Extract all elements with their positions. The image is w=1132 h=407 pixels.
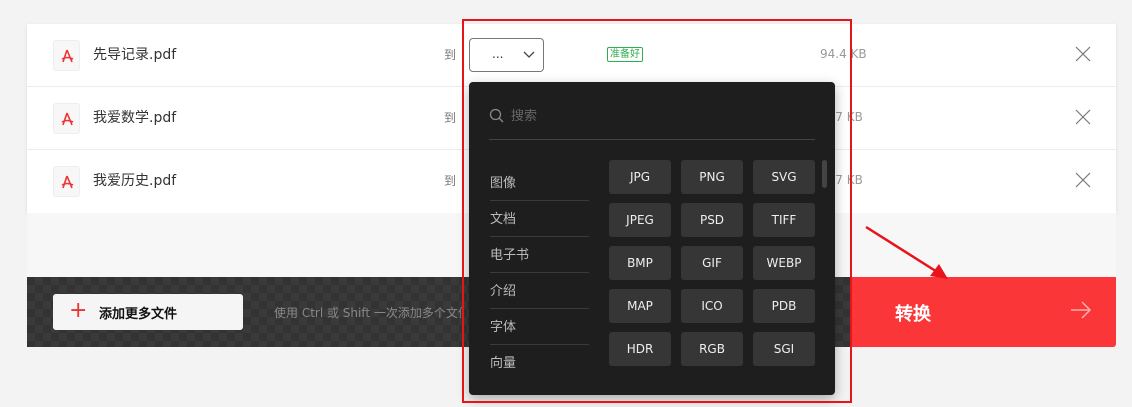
pdf-icon [53, 103, 80, 134]
close-icon[interactable] [1075, 109, 1091, 125]
format-option[interactable]: GIF [681, 246, 743, 280]
plus-icon: + [69, 298, 88, 323]
format-option[interactable]: PDB [753, 289, 815, 323]
format-option[interactable]: MAP [609, 289, 671, 323]
to-label: 到 [444, 174, 457, 188]
convert-button[interactable]: 转换 [850, 277, 1116, 347]
add-more-files-label: 添加更多文件 [99, 307, 178, 322]
file-name: 我爱数学.pdf [93, 110, 177, 126]
file-size: 94.4 KB [820, 47, 867, 61]
format-option[interactable]: JPEG [609, 203, 671, 237]
category-item[interactable]: 文档 [490, 201, 589, 237]
format-option[interactable]: SGI [753, 332, 815, 366]
chevron-down-icon [523, 51, 535, 58]
file-row: 先导记录.pdf 到 ... 准备好 94.4 KB [27, 24, 1116, 87]
format-option[interactable]: SVG [753, 160, 815, 194]
scrollbar[interactable] [822, 160, 827, 188]
format-option[interactable]: PNG [681, 160, 743, 194]
format-select[interactable]: ... [469, 38, 544, 72]
close-icon[interactable] [1075, 172, 1091, 188]
add-more-files-button[interactable]: + 添加更多文件 [53, 294, 243, 330]
close-icon[interactable] [1075, 46, 1091, 62]
category-item[interactable]: 向量 [490, 345, 589, 381]
format-option[interactable]: PSD [681, 203, 743, 237]
format-search [489, 104, 815, 140]
format-option[interactable]: HDR [609, 332, 671, 366]
search-icon [489, 108, 504, 123]
format-option[interactable]: BMP [609, 246, 671, 280]
format-option[interactable]: RGB [681, 332, 743, 366]
format-option[interactable]: TIFF [753, 203, 815, 237]
hint-text: 使用 Ctrl 或 Shift 一次添加多个文件 [274, 306, 464, 320]
file-name: 先导记录.pdf [93, 47, 177, 63]
pdf-icon [53, 166, 80, 197]
category-item[interactable]: 图像 [490, 165, 589, 201]
format-dropdown: 图像文档电子书介绍字体向量 JPG PNG SVG JPEG PSD TIFF BMP GIF… [469, 82, 835, 395]
category-item[interactable]: 电子书 [490, 237, 589, 273]
category-item[interactable]: 介绍 [490, 273, 589, 309]
file-name: 我爱历史.pdf [93, 173, 177, 189]
search-input[interactable] [511, 104, 801, 126]
category-item[interactable]: 字体 [490, 309, 589, 345]
convert-label: 转换 [895, 304, 931, 325]
format-option[interactable]: JPG [609, 160, 671, 194]
to-label: 到 [444, 48, 457, 62]
arrow-right-icon [1071, 301, 1092, 319]
status-badge: 准备好 [607, 47, 643, 62]
format-option[interactable]: ICO [681, 289, 743, 323]
format-option[interactable]: WEBP [753, 246, 815, 280]
pdf-icon [53, 40, 80, 71]
to-label: 到 [444, 111, 457, 125]
format-select-value: ... [492, 47, 504, 61]
